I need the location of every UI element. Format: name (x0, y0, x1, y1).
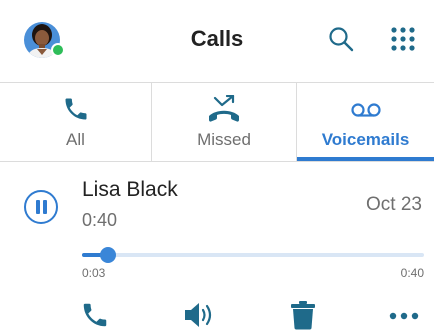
speaker-icon[interactable] (183, 300, 217, 330)
app-header: Calls (0, 0, 434, 83)
voicemail-date: Oct 23 (366, 194, 422, 215)
phone-icon (65, 98, 86, 120)
call-back-phone-icon[interactable] (80, 300, 110, 330)
calls-screen: Calls All Missed Voicemails Lisa Black 0… (0, 0, 434, 335)
tab-voicemails-label: Voicemails (321, 130, 410, 149)
playback-total-time: 0:40 (400, 266, 424, 280)
call-filter-tabs: All Missed Voicemails (0, 83, 434, 162)
pause-icon-bar (43, 200, 47, 214)
tab-voicemails[interactable]: Voicemails (297, 83, 434, 161)
pause-icon (36, 200, 40, 214)
voicemail-item[interactable]: Lisa Black 0:40 Oct 23 0:03 0:40 (0, 162, 434, 335)
tab-all[interactable]: All (0, 83, 152, 161)
search-icon[interactable] (326, 24, 356, 54)
caller-name: Lisa Black (82, 178, 178, 201)
missed-call-icon (209, 95, 239, 122)
pause-button[interactable] (24, 190, 58, 224)
playback-scrubber-handle[interactable] (99, 247, 116, 263)
playback-progress-track[interactable] (82, 247, 424, 263)
active-tab-indicator (297, 157, 434, 161)
voicemail-icon (350, 103, 381, 117)
page-title: Calls (190, 26, 244, 51)
more-icon[interactable] (389, 312, 419, 320)
tab-missed-label: Missed (197, 130, 251, 149)
tab-missed[interactable]: Missed (152, 83, 297, 161)
tab-all-label: All (66, 130, 85, 149)
trash-icon[interactable] (290, 300, 316, 330)
voicemail-duration: 0:40 (82, 210, 118, 230)
grid-icon[interactable] (388, 24, 418, 54)
playback-current-time: 0:03 (82, 266, 106, 280)
